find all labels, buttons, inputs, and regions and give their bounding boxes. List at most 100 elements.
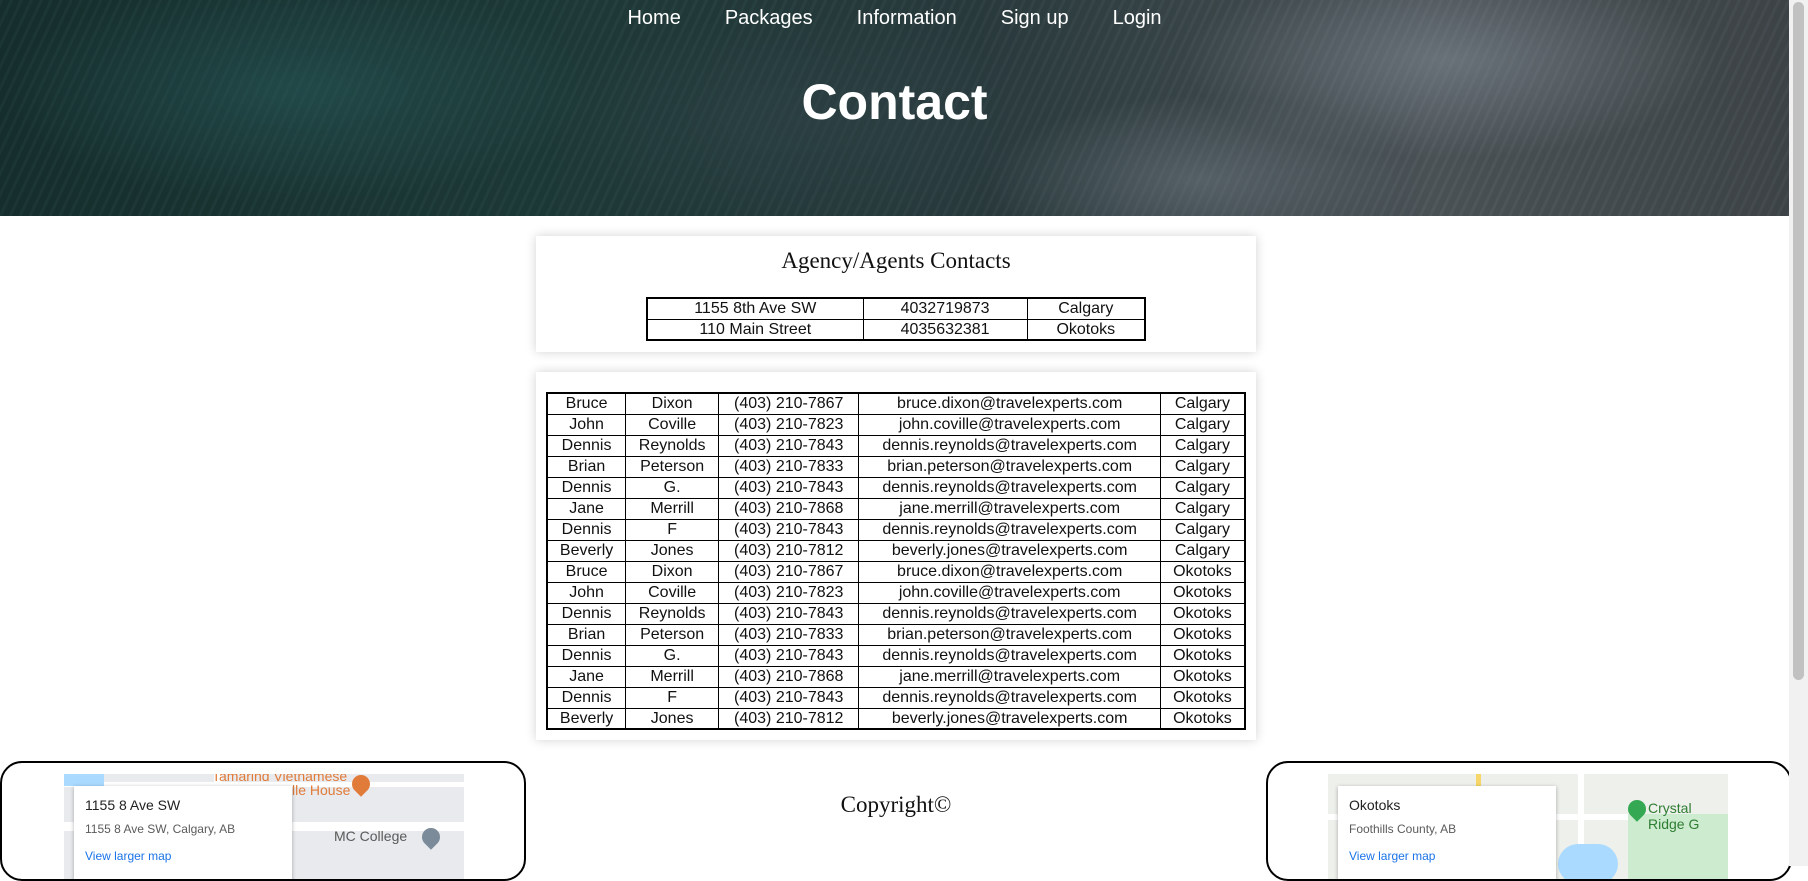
agent-row: John Coville (403) 210-7823 john.coville@tr… xyxy=(546,413,1246,436)
agency-row: 1155 8th Ave SW 4032719873 Calgary xyxy=(646,297,1146,320)
agent-email-cell: dennis.reynolds@travelexperts.com xyxy=(858,602,1161,625)
agent-email-cell: dennis.reynolds@travelexperts.com xyxy=(858,476,1161,499)
agent-email-cell: john.coville@travelexperts.com xyxy=(858,581,1161,604)
agent-phone-cell: (403) 210-7868 xyxy=(718,665,860,688)
agent-last-name-cell: Reynolds xyxy=(625,434,720,457)
agent-phone-cell: (403) 210-7843 xyxy=(718,476,860,499)
agent-email-cell: dennis.reynolds@travelexperts.com xyxy=(858,644,1161,667)
agent-city-cell: Calgary xyxy=(1159,434,1246,457)
agent-city-cell: Calgary xyxy=(1159,413,1246,436)
agent-first-name-cell: Jane xyxy=(546,497,627,520)
agent-email-cell: jane.merrill@travelexperts.com xyxy=(858,497,1161,520)
agent-first-name-cell: Bruce xyxy=(546,560,627,583)
agent-first-name-cell: Dennis xyxy=(546,602,627,625)
agency-table: 1155 8th Ave SW 4032719873 Calgary 110 Main… xyxy=(646,297,1146,341)
agency-city-cell: Okotoks xyxy=(1026,318,1146,341)
agent-row: John Coville (403) 210-7823 john.coville@tr… xyxy=(546,581,1246,604)
agency-city-cell: Calgary xyxy=(1026,297,1146,320)
agent-first-name-cell: John xyxy=(546,581,627,604)
agent-row: Dennis Reynolds (403) 210-7843 dennis.reyno… xyxy=(546,602,1246,625)
agent-row: Dennis G. (403) 210-7843 dennis.reynolds@tr… xyxy=(546,644,1246,667)
agent-phone-cell: (403) 210-7843 xyxy=(718,602,860,625)
page-scrollbar[interactable] xyxy=(1789,0,1808,866)
scrollbar-thumb[interactable] xyxy=(1793,2,1804,680)
agent-city-cell: Okotoks xyxy=(1159,644,1246,667)
view-larger-map-link[interactable]: View larger map xyxy=(1349,848,1545,864)
agent-first-name-cell: Dennis xyxy=(546,476,627,499)
main-nav: Home Packages Information Sign up Login xyxy=(0,6,1789,30)
map-poi-golf: Crystal Ridge G xyxy=(1648,800,1700,832)
agents-table: Bruce Dixon (403) 210-7867 bruce.dixon@trav… xyxy=(546,392,1246,730)
agency-row: 110 Main Street 4035632381 Okotoks xyxy=(646,318,1146,341)
agent-last-name-cell: Dixon xyxy=(625,560,720,583)
agent-email-cell: bruce.dixon@travelexperts.com xyxy=(858,392,1161,415)
agent-city-cell: Okotoks xyxy=(1159,623,1246,646)
agent-phone-cell: (403) 210-7867 xyxy=(718,392,860,415)
agent-first-name-cell: Dennis xyxy=(546,518,627,541)
map-frame-okotoks: Crystal Ridge G Okotoks Foothills County… xyxy=(1266,761,1792,881)
map-place-address: 1155 8 Ave SW, Calgary, AB xyxy=(85,822,236,836)
embedded-map-calgary[interactable]: Tamarind Vietnamese lle House MC College… xyxy=(64,774,464,879)
agent-row: Dennis F (403) 210-7843 dennis.reynolds@tra… xyxy=(546,686,1246,709)
agent-city-cell: Calgary xyxy=(1159,476,1246,499)
agent-city-cell: Okotoks xyxy=(1159,581,1246,604)
agent-last-name-cell: F xyxy=(625,518,720,541)
agent-first-name-cell: Beverly xyxy=(546,707,627,730)
map-info-box: Okotoks Foothills County, AB View larger… xyxy=(1338,786,1556,879)
agent-first-name-cell: Jane xyxy=(546,665,627,688)
nav-information[interactable]: Information xyxy=(857,6,957,30)
agency-phone-cell: 4032719873 xyxy=(862,297,1028,320)
map-water xyxy=(1558,844,1618,879)
copyright-text: Copyright© xyxy=(840,792,952,817)
nav-signup[interactable]: Sign up xyxy=(1001,6,1069,30)
agent-row: Bruce Dixon (403) 210-7867 bruce.dixon@trav… xyxy=(546,560,1246,583)
agent-phone-cell: (403) 210-7833 xyxy=(718,623,860,646)
agent-city-cell: Okotoks xyxy=(1159,686,1246,709)
agent-last-name-cell: Jones xyxy=(625,539,720,562)
agent-email-cell: bruce.dixon@travelexperts.com xyxy=(858,560,1161,583)
agent-phone-cell: (403) 210-7823 xyxy=(718,413,860,436)
agent-phone-cell: (403) 210-7843 xyxy=(718,644,860,667)
agent-phone-cell: (403) 210-7833 xyxy=(718,455,860,478)
agent-row: Dennis F (403) 210-7843 dennis.reynolds@tra… xyxy=(546,518,1246,541)
nav-home[interactable]: Home xyxy=(627,6,680,30)
agent-email-cell: dennis.reynolds@travelexperts.com xyxy=(858,434,1161,457)
agent-first-name-cell: John xyxy=(546,413,627,436)
map-frame-calgary: Tamarind Vietnamese lle House MC College… xyxy=(0,761,526,881)
agent-email-cell: dennis.reynolds@travelexperts.com xyxy=(858,686,1161,709)
agent-first-name-cell: Brian xyxy=(546,623,627,646)
agent-row: Brian Peterson (403) 210-7833 brian.peterso… xyxy=(546,623,1246,646)
agent-last-name-cell: Merrill xyxy=(625,665,720,688)
agent-row: Jane Merrill (403) 210-7868 jane.merrill@tr… xyxy=(546,497,1246,520)
restaurant-pin-icon xyxy=(348,774,374,797)
agent-last-name-cell: G. xyxy=(625,476,720,499)
agent-phone-cell: (403) 210-7867 xyxy=(718,560,860,583)
agency-table-body: 1155 8th Ave SW 4032719873 Calgary 110 Main… xyxy=(646,297,1146,341)
agency-contacts-card: Agency/Agents Contacts 1155 8th Ave SW 40… xyxy=(536,236,1256,352)
agent-email-cell: jane.merrill@travelexperts.com xyxy=(858,665,1161,688)
map-water xyxy=(64,774,104,786)
map-place-title: 1155 8 Ave SW xyxy=(85,797,181,813)
agent-last-name-cell: Peterson xyxy=(625,623,720,646)
map-place-address: Foothills County, AB xyxy=(1349,822,1457,836)
agency-contacts-title: Agency/Agents Contacts xyxy=(781,248,1011,273)
nav-packages[interactable]: Packages xyxy=(725,6,813,30)
agent-last-name-cell: Dixon xyxy=(625,392,720,415)
agent-row: Brian Peterson (403) 210-7833 brian.peterso… xyxy=(546,455,1246,478)
agent-row: Bruce Dixon (403) 210-7867 bruce.dixon@trav… xyxy=(546,392,1246,415)
agent-first-name-cell: Dennis xyxy=(546,434,627,457)
page-title: Contact xyxy=(801,74,988,130)
agent-city-cell: Calgary xyxy=(1159,497,1246,520)
embedded-map-okotoks[interactable]: Crystal Ridge G Okotoks Foothills County… xyxy=(1328,774,1728,879)
agent-city-cell: Okotoks xyxy=(1159,707,1246,730)
agent-last-name-cell: Peterson xyxy=(625,455,720,478)
nav-login[interactable]: Login xyxy=(1113,6,1162,30)
agent-city-cell: Calgary xyxy=(1159,539,1246,562)
agent-phone-cell: (403) 210-7843 xyxy=(718,518,860,541)
view-larger-map-link[interactable]: View larger map xyxy=(85,848,281,864)
agent-row: Beverly Jones (403) 210-7812 beverly.jones@… xyxy=(546,707,1246,730)
map-info-box: 1155 8 Ave SW 1155 8 Ave SW, Calgary, AB… xyxy=(74,786,292,879)
agent-phone-cell: (403) 210-7868 xyxy=(718,497,860,520)
agent-phone-cell: (403) 210-7812 xyxy=(718,539,860,562)
hero-header: Home Packages Information Sign up Login … xyxy=(0,0,1789,216)
